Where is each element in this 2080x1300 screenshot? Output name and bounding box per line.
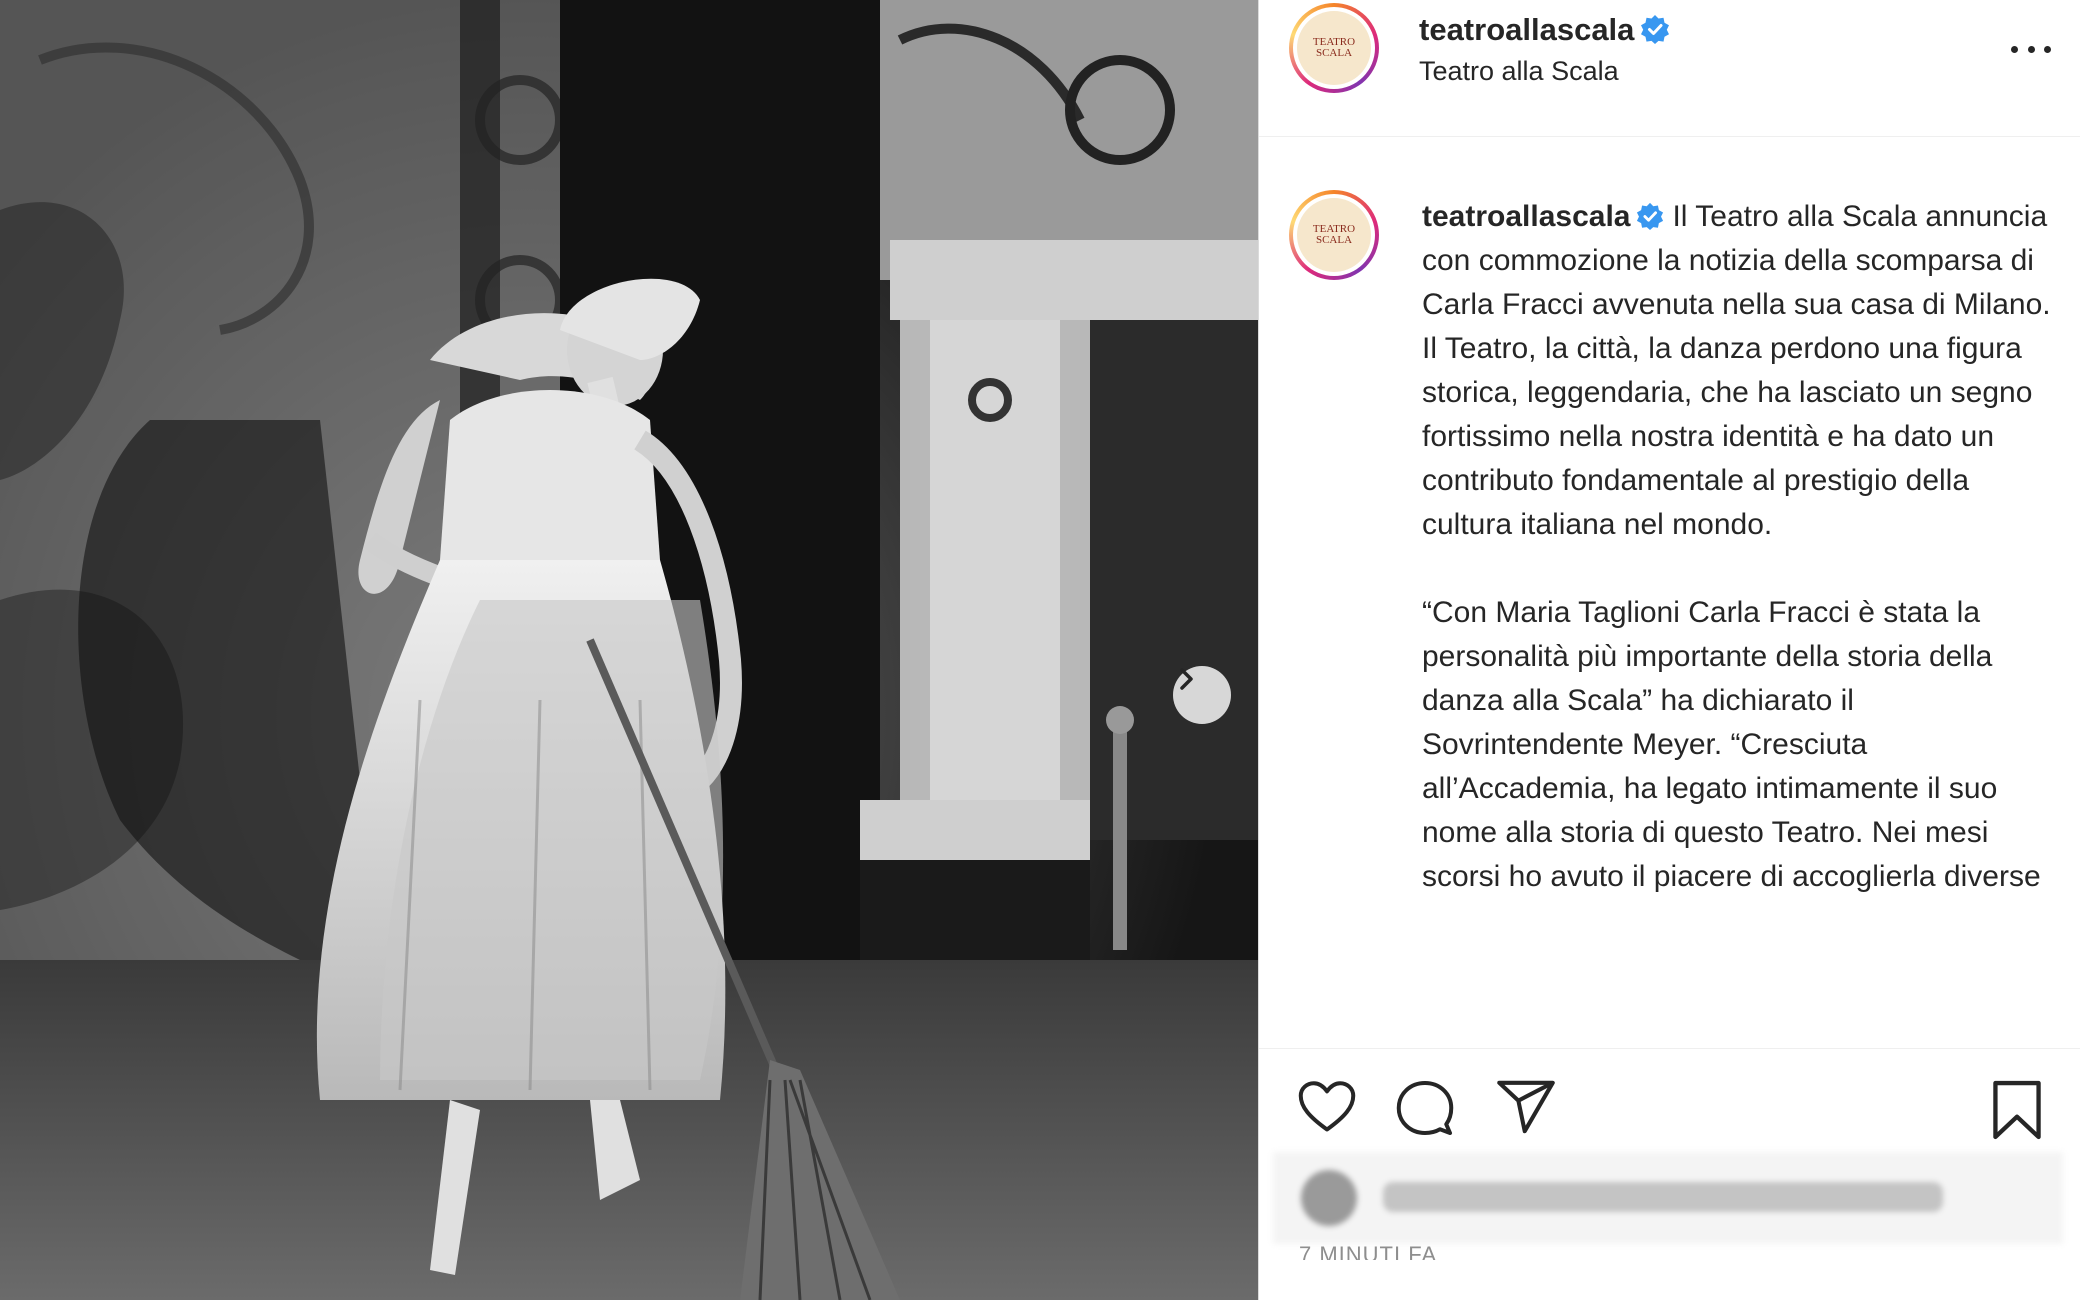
teatro-logo: TEATRO SCALA [1297,198,1371,272]
header-display-name[interactable]: Teatro alla Scala [1419,56,1619,87]
header-username-row: teatroallascala [1419,12,1670,48]
comment-icon [1396,1081,1454,1135]
caption-avatar[interactable]: TEATRO SCALA [1289,190,1379,280]
comment-button[interactable] [1395,1079,1455,1142]
next-image-button[interactable] [1173,666,1231,724]
post-photo[interactable] [0,0,1258,1300]
post-caption: teatroallascala Il Teatro alla Scala ann… [1422,195,2062,899]
bookmark-icon [1993,1080,2041,1140]
account-avatar[interactable]: TEATRO SCALA [1289,3,1379,93]
blurred-likes-row [1273,1152,2063,1244]
teatro-logo: TEATRO SCALA [1297,11,1371,85]
post-timestamp: 7 MINUTI FA [1299,1242,1438,1260]
more-options-icon [2011,45,2018,53]
share-button[interactable] [1495,1079,1557,1140]
chevron-right-icon [1180,668,1193,690]
save-button[interactable] [1989,1079,2045,1146]
header-username[interactable]: teatroallascala [1419,12,1634,47]
ballerina-photo [0,0,1258,1300]
heart-icon [1298,1081,1356,1132]
send-icon [1497,1080,1555,1134]
post-actions-bar [1259,1048,2080,1148]
instagram-post: TEATRO SCALA teatroallascala Teatro alla … [0,0,2080,1300]
caption-paragraph-2: “Con Maria Taglioni Carla Fracci è stata… [1422,596,2041,893]
caption-paragraph-1: Il Teatro alla Scala annuncia con commoz… [1422,200,2051,541]
verified-badge-icon [1637,202,1664,230]
avatar [1301,1170,1357,1226]
like-button[interactable] [1297,1079,1357,1140]
post-header: TEATRO SCALA teatroallascala Teatro alla … [1259,0,2080,137]
more-options-button[interactable] [2011,34,2051,64]
caption-username[interactable]: teatroallascala [1422,200,1630,233]
verified-badge-icon [1641,15,1670,44]
post-side-panel: TEATRO SCALA teatroallascala Teatro alla … [1258,0,2080,1300]
